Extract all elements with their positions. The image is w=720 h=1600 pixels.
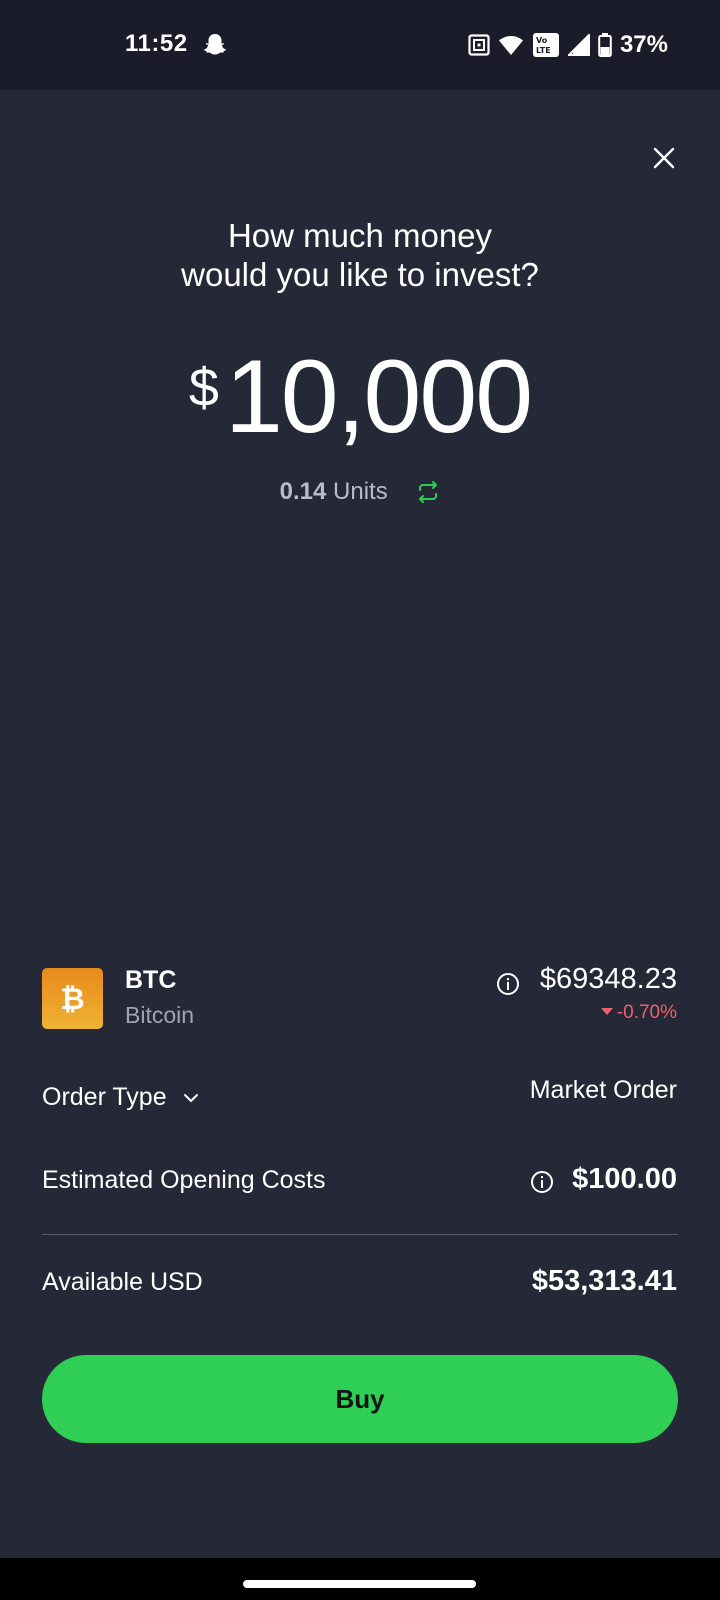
- order-type-label: Order Type: [42, 1083, 167, 1111]
- home-gesture-handle[interactable]: [243, 1580, 476, 1588]
- opening-costs-label: Estimated Opening Costs: [42, 1166, 326, 1194]
- amount-value[interactable]: 10,000: [225, 339, 533, 455]
- volte-icon: Vo LTE: [532, 33, 559, 57]
- available-value: $53,313.41: [531, 1265, 677, 1297]
- signal-icon: [567, 34, 590, 56]
- battery-icon: [598, 33, 612, 57]
- asset-name: Bitcoin: [125, 1002, 195, 1028]
- info-icon[interactable]: [496, 972, 520, 996]
- asset-change: -0.70%: [600, 1002, 677, 1024]
- status-bar: 11:52 Vo LTE 37%: [0, 0, 720, 90]
- wifi-icon: [498, 36, 523, 55]
- svg-text:LTE: LTE: [536, 46, 551, 55]
- buy-button[interactable]: Buy: [42, 1355, 678, 1443]
- units-label: Units: [333, 478, 388, 505]
- available-label: Available USD: [42, 1268, 203, 1296]
- nfc-icon: [468, 34, 490, 56]
- asset-price: $69348.23: [539, 963, 677, 995]
- status-time: 11:52: [125, 30, 188, 57]
- down-arrow-icon: [600, 1008, 613, 1015]
- units-value: 0.14: [279, 478, 327, 505]
- asset-change-value: -0.70%: [616, 1002, 677, 1023]
- navigation-bar: [0, 1558, 720, 1600]
- swap-icon[interactable]: [416, 480, 440, 504]
- question-line-1: How much money: [227, 217, 493, 254]
- battery-percent: 37%: [619, 31, 668, 58]
- bitcoin-icon: ₿: [42, 968, 103, 1029]
- order-type-value[interactable]: Market Order: [530, 1076, 677, 1105]
- info-icon[interactable]: [530, 1170, 554, 1194]
- units-row: 0.14 Units: [0, 478, 720, 506]
- question-line-2: would you like to invest?: [181, 256, 539, 293]
- chevron-down-icon: [183, 1094, 198, 1102]
- divider: [42, 1234, 678, 1235]
- asset-symbol: BTC: [125, 966, 177, 994]
- svg-text:₿: ₿: [60, 982, 84, 1017]
- amount-currency: $: [188, 358, 219, 418]
- invest-question: How much money would you like to invest?: [110, 216, 610, 294]
- status-icons: Vo LTE 37%: [468, 31, 668, 59]
- opening-costs-value: $100.00: [572, 1163, 677, 1195]
- close-icon[interactable]: [648, 142, 680, 174]
- amount-input[interactable]: $10,000: [0, 338, 720, 457]
- svg-text:Vo: Vo: [536, 36, 548, 45]
- snapchat-icon: [203, 34, 227, 55]
- order-type-dropdown[interactable]: Order Type: [42, 1083, 200, 1112]
